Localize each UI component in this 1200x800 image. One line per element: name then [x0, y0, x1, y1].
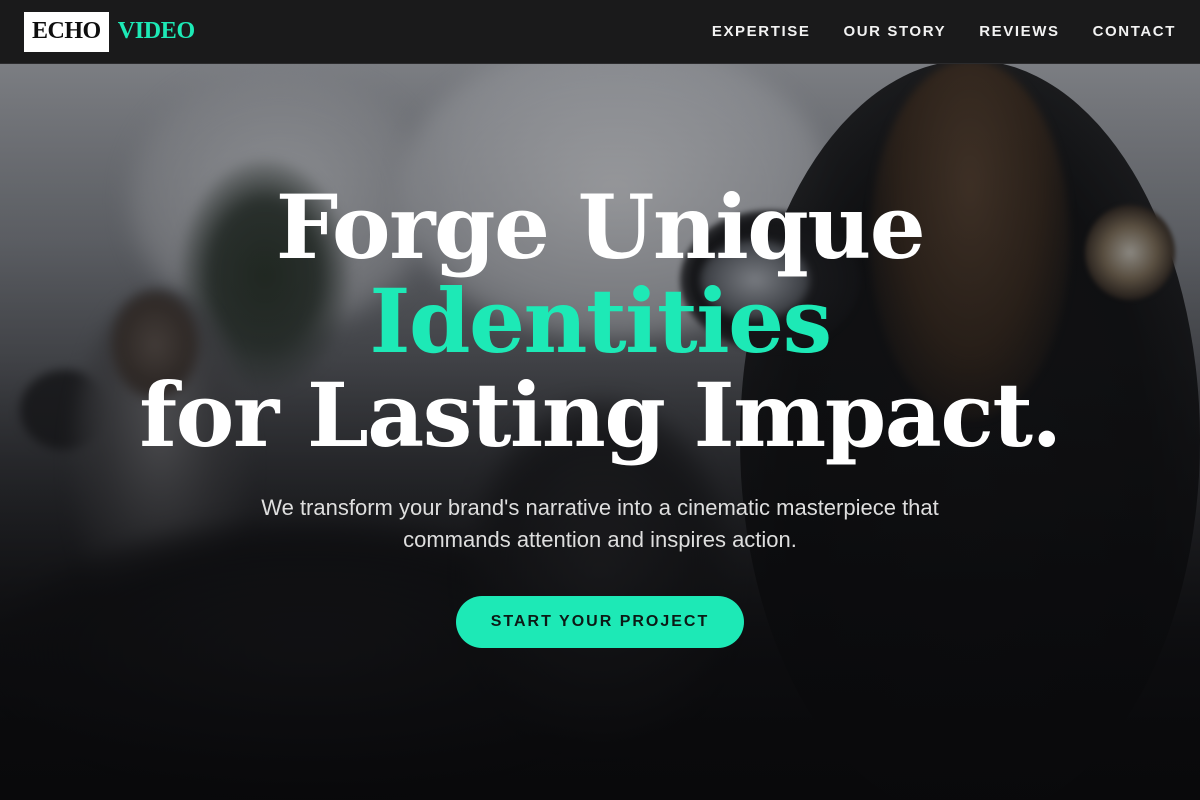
nav-link-our-story[interactable]: OUR STORY	[843, 23, 946, 40]
hero-section: Forge Unique Identities for Lasting Impa…	[0, 180, 1200, 648]
brand-logo[interactable]: ECHO VIDEO	[24, 11, 195, 52]
hero-subtext: We transform your brand's narrative into…	[261, 495, 939, 552]
headline-line-1: Forge Unique	[275, 175, 926, 279]
nav-link-expertise[interactable]: EXPERTISE	[712, 23, 811, 40]
nav-link-contact[interactable]: CONTACT	[1093, 23, 1176, 40]
hero-headline: Forge Unique Identities for Lasting Impa…	[0, 180, 1200, 462]
nav-link-reviews[interactable]: REVIEWS	[979, 23, 1059, 40]
start-project-button[interactable]: START YOUR PROJECT	[456, 596, 744, 648]
site-header: ECHO VIDEO EXPERTISE OUR STORY REVIEWS C…	[0, 0, 1200, 64]
logo-box-text: ECHO	[24, 11, 109, 52]
logo-accent-text: VIDEO	[117, 18, 195, 44]
headline-line-3: for Lasting Impact.	[139, 363, 1062, 467]
headline-accent-line: Identities	[369, 269, 832, 373]
main-nav: EXPERTISE OUR STORY REVIEWS CONTACT	[712, 23, 1176, 40]
